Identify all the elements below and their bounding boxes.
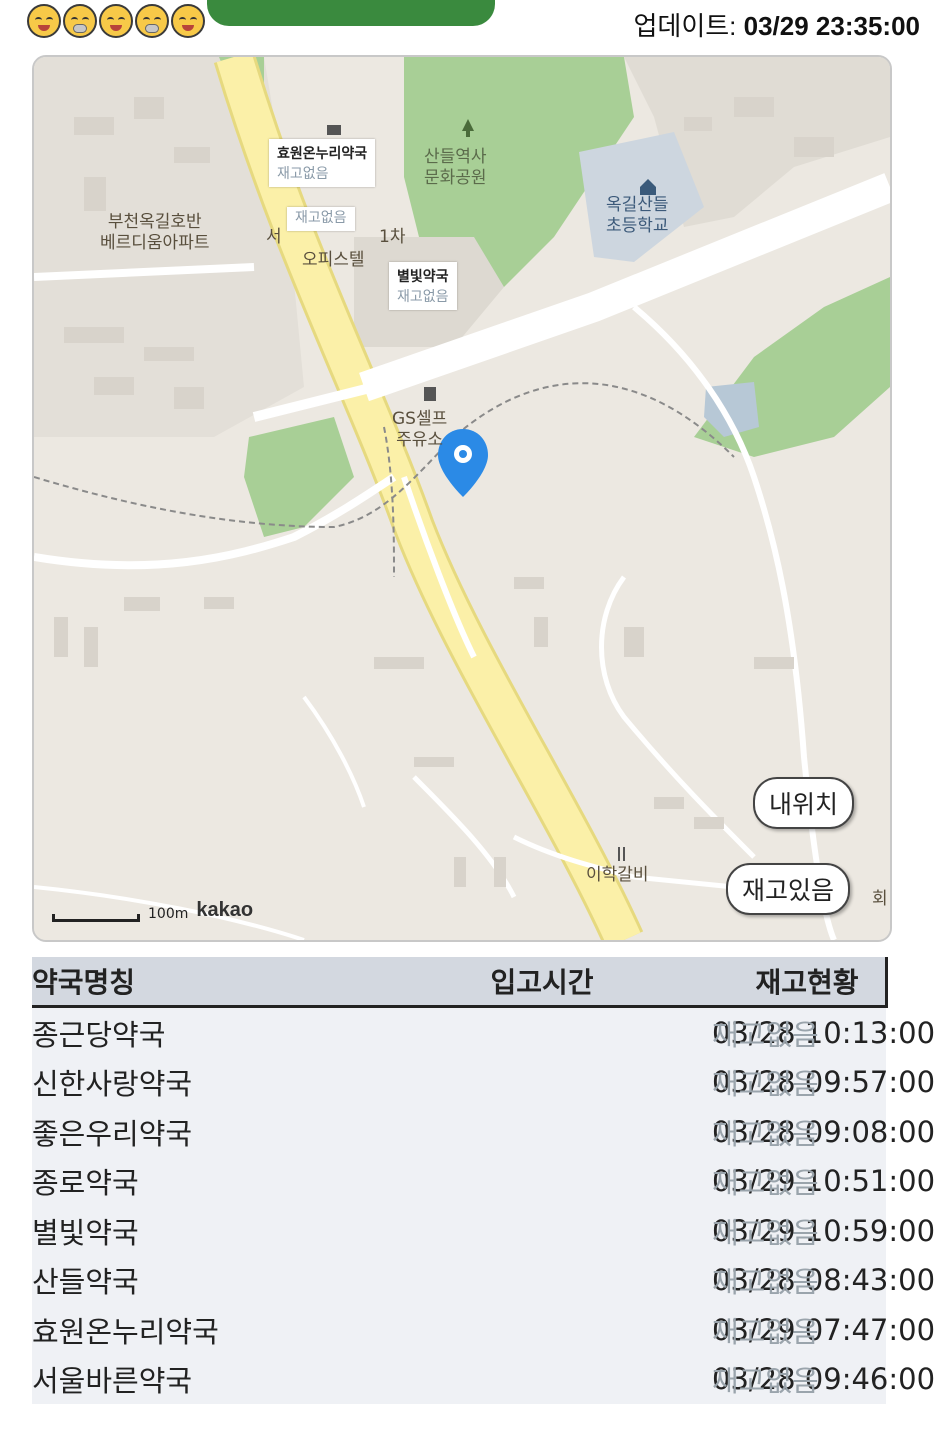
map-edge-text: 회	[872, 889, 888, 909]
row-pharmacy-name: 산들약국	[32, 1255, 372, 1305]
row-arrival-time: 03/29 07:47:00	[372, 1305, 935, 1355]
update-timestamp: 업데이트: 03/29 23:35:00	[633, 6, 920, 43]
infobox-status: 재고없음	[295, 210, 347, 226]
table-row[interactable]: 산들약국 03/28 08:43:00 재고없음	[32, 1255, 935, 1305]
school-label: 옥길산들 초등학교	[606, 195, 669, 237]
table-row[interactable]: 서울바른약국 03/28 09:46:00 재고없음	[32, 1354, 935, 1404]
header-pharmacy-name: 약국명칭	[32, 957, 372, 1008]
pharmacy-infobox[interactable]: 효원온누리약국 재고없음	[269, 139, 376, 187]
row-pharmacy-name: 좋은우리약국	[32, 1107, 372, 1157]
update-label: 업데이트:	[633, 11, 737, 41]
row-arrival-time: 03/28 09:57:00	[372, 1057, 935, 1107]
scale-bar-line	[52, 914, 140, 922]
apartment-label: 부천옥길호반 베르디움아파트	[100, 212, 209, 254]
row-pharmacy-name: 종근당약국	[32, 1006, 372, 1058]
table-row[interactable]: 효원온누리약국 03/29 07:47:00 재고없음	[32, 1305, 935, 1355]
row-pharmacy-name: 별빛약국	[32, 1206, 372, 1256]
pharmacy-table: 약국명칭 입고시간 재고현황 종근당약국 03/28 10:13:00 재고없음 신한…	[32, 957, 935, 1404]
office-label-prefix: 서	[266, 227, 282, 248]
officetel-label: 오피스텔	[302, 250, 365, 271]
school-label-text: 옥길산들 초등학교	[606, 195, 669, 236]
top-bar: 업데이트: 03/29 23:35:00	[0, 0, 944, 48]
row-pharmacy-name: 서울바른약국	[32, 1354, 372, 1404]
kakao-logo: kakao	[196, 899, 254, 921]
table-row[interactable]: 종근당약국 03/28 10:13:00 재고없음	[32, 1006, 935, 1058]
table-row[interactable]: 종로약국 03/29 10:51:00 재고없음	[32, 1156, 935, 1206]
sad-face-icon	[135, 4, 169, 38]
happy-face-icon	[99, 4, 133, 38]
row-pharmacy-name: 종로약국	[32, 1156, 372, 1206]
row-arrival-time: 03/28 09:08:00	[372, 1107, 935, 1157]
map-scale: 100m kakao	[52, 899, 253, 922]
row-arrival-time: 03/29 10:51:00	[372, 1156, 935, 1206]
map-edge-label: 회	[872, 889, 888, 910]
pharmacy-infobox[interactable]: 재고없음	[287, 207, 355, 231]
header-arrival-time: 입고시간	[372, 957, 712, 1008]
officetel-label-text: 오피스텔	[302, 250, 365, 270]
map-view[interactable]: 산들역사 문화공원 옥길산들 초등학교 부천옥길호반 베르디움아파트 서 1차 …	[32, 55, 892, 942]
green-tab-button[interactable]	[207, 0, 495, 26]
infobox-status: 재고없음	[397, 289, 449, 305]
row-pharmacy-name: 신한사랑약국	[32, 1057, 372, 1107]
happy-face-icon	[27, 4, 61, 38]
in-stock-filter-button[interactable]: 재고있음	[726, 863, 851, 915]
table-header-row: 약국명칭 입고시간 재고현황	[32, 957, 888, 1008]
happy-face-icon	[171, 4, 205, 38]
mood-emoji-row	[27, 4, 205, 38]
gas-station-label: GS셀프 주유소	[392, 409, 447, 451]
row-arrival-time: 03/28 09:46:00	[372, 1354, 935, 1404]
office-prefix-text: 서	[266, 227, 282, 247]
infobox-status: 재고없음	[277, 166, 329, 182]
infobox-name: 별빛약국	[397, 269, 449, 285]
row-arrival-time: 03/29 10:59:00	[372, 1206, 935, 1256]
row-pharmacy-name: 효원온누리약국	[32, 1305, 372, 1355]
office-label-suffix: 1차	[379, 227, 405, 248]
infobox-name: 효원온누리약국	[277, 146, 368, 162]
apartment-label-text: 부천옥길호반 베르디움아파트	[100, 212, 210, 253]
office-suffix-text: 1차	[379, 227, 406, 247]
sad-face-icon	[63, 4, 97, 38]
restaurant-label-text: 이학갈비	[586, 865, 649, 885]
scale-text: 100m	[148, 906, 189, 922]
pharmacy-infobox[interactable]: 별빛약국 재고없음	[389, 262, 457, 310]
my-location-button[interactable]: 내위치	[753, 777, 855, 829]
table-row[interactable]: 신한사랑약국 03/28 09:57:00 재고없음	[32, 1057, 935, 1107]
update-time: 03/29 23:35:00	[743, 11, 920, 41]
park-label-text: 산들역사 문화공원	[424, 147, 487, 188]
row-arrival-time: 03/28 08:43:00	[372, 1255, 935, 1305]
table-row[interactable]: 좋은우리약국 03/28 09:08:00 재고없음	[32, 1107, 935, 1157]
header-stock-status: 재고현황	[712, 957, 888, 1008]
restaurant-label: 이학갈비	[586, 865, 649, 886]
row-arrival-time: 03/28 10:13:00	[372, 1006, 935, 1058]
park-label: 산들역사 문화공원	[424, 147, 487, 189]
gas-station-label-text: GS셀프 주유소	[392, 409, 448, 450]
table-row[interactable]: 별빛약국 03/29 10:59:00 재고없음	[32, 1206, 935, 1256]
